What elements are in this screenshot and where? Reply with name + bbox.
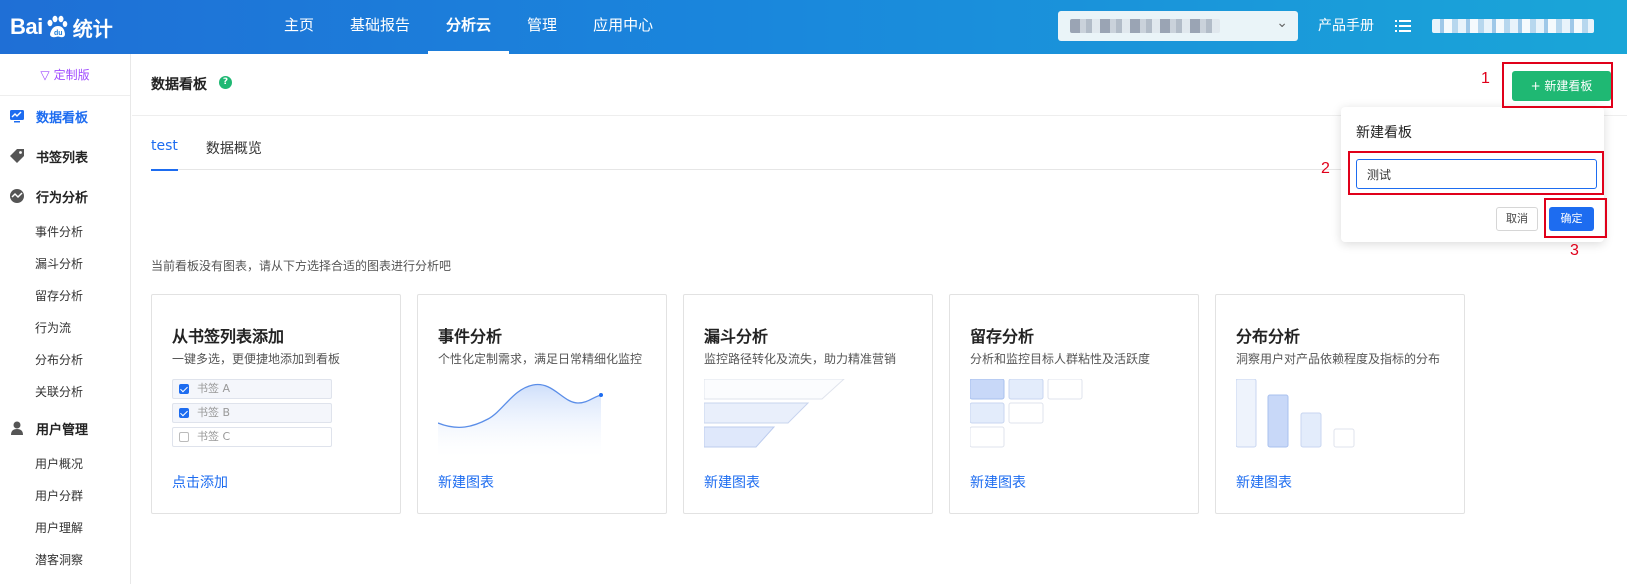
checkbox-unchecked-icon bbox=[179, 432, 189, 442]
user-account-redacted[interactable] bbox=[1432, 19, 1594, 33]
line-chart-illustration bbox=[437, 379, 653, 457]
sidebar-item-label: 用户管理 bbox=[36, 422, 89, 438]
funnel-illustration bbox=[703, 378, 919, 457]
chevron-down-icon: ⌄ bbox=[1276, 15, 1288, 31]
sidebar-item-user-management[interactable]: 用户管理 bbox=[0, 408, 130, 448]
nav-app-center[interactable]: 应用中心 bbox=[575, 0, 671, 54]
card-title: 漏斗分析 bbox=[704, 327, 769, 346]
sidebar-item-association-analysis[interactable]: 关联分析 bbox=[0, 376, 130, 408]
site-name-redacted bbox=[1070, 19, 1220, 33]
card-retention-analysis: 留存分析 分析和监控目标人群粘性及活跃度 新建图表 bbox=[949, 294, 1199, 514]
sidebar-item-behavior-flow[interactable]: 行为流 bbox=[0, 312, 130, 344]
sidebar-item-label: 书签列表 bbox=[36, 150, 89, 166]
card-add-from-bookmarks: 从书签列表添加 一键多选，更便捷地添加到看板 书签 A 书签 B 书签 C 点击… bbox=[151, 294, 401, 514]
sidebar-item-event-analysis[interactable]: 事件分析 bbox=[0, 216, 130, 248]
popover-title: 新建看板 bbox=[1356, 125, 1412, 141]
card-title: 事件分析 bbox=[438, 327, 503, 346]
new-chart-link[interactable]: 新建图表 bbox=[970, 472, 1026, 492]
retention-illustration bbox=[969, 378, 1185, 457]
cancel-button[interactable]: 取消 bbox=[1496, 207, 1538, 231]
bookmark-option: 书签 C bbox=[172, 427, 332, 447]
card-desc: 监控路径转化及流失，助力精准营销 bbox=[704, 352, 897, 366]
dashboard-icon bbox=[8, 107, 26, 125]
main-nav: 主页 基础报告 分析云 管理 应用中心 bbox=[266, 0, 671, 54]
site-select-dropdown[interactable]: ⌄ bbox=[1058, 11, 1298, 41]
card-title: 从书签列表添加 bbox=[172, 327, 285, 346]
card-desc: 个性化定制需求，满足日常精细化监控 bbox=[438, 352, 643, 366]
bookmark-option: 书签 A bbox=[172, 379, 332, 399]
click-to-add-link[interactable]: 点击添加 bbox=[172, 472, 228, 492]
new-chart-link[interactable]: 新建图表 bbox=[438, 472, 494, 492]
annotation-box-2 bbox=[1348, 151, 1604, 195]
distribution-illustration bbox=[1235, 378, 1451, 457]
annotation-number-3: 3 bbox=[1570, 242, 1579, 259]
empty-dashboard-hint: 当前看板没有图表，请从下方选择合适的图表进行分析吧 bbox=[151, 259, 452, 273]
card-funnel-analysis: 漏斗分析 监控路径转化及流失，助力精准营销 新建图表 bbox=[683, 294, 933, 514]
checkbox-checked-icon bbox=[179, 408, 189, 418]
bookmark-illustration: 书签 A 书签 B 书签 C bbox=[172, 379, 387, 457]
card-desc: 分析和监控目标人群粘性及活跃度 bbox=[970, 352, 1151, 366]
sidebar-item-behavior-analysis[interactable]: 行为分析 bbox=[0, 176, 130, 216]
card-event-analysis: 事件分析 个性化定制需求，满足日常精细化监控 新建图表 bbox=[417, 294, 667, 514]
checkbox-checked-icon bbox=[179, 384, 189, 394]
edition-badge: ▽ 定制版 bbox=[0, 54, 130, 96]
paw-icon: du bbox=[44, 14, 70, 40]
card-title: 留存分析 bbox=[970, 327, 1035, 346]
tab-test[interactable]: test bbox=[151, 132, 178, 171]
card-desc: 一键多选，更便捷地添加到看板 bbox=[172, 352, 341, 366]
help-icon[interactable]: ? bbox=[219, 76, 232, 89]
card-title: 分布分析 bbox=[1236, 327, 1301, 346]
logo-text: Bai bbox=[10, 14, 43, 39]
sidebar-item-user-understanding[interactable]: 用户理解 bbox=[0, 512, 130, 544]
sidebar-item-user-segments[interactable]: 用户分群 bbox=[0, 480, 130, 512]
annotation-number-1: 1 bbox=[1481, 70, 1490, 87]
edition-label: 定制版 bbox=[53, 68, 90, 82]
card-desc: 洞察用户对产品依赖程度及指标的分布 bbox=[1236, 352, 1441, 366]
product-manual-link[interactable]: 产品手册 bbox=[1318, 0, 1374, 54]
logo-text-cn: 统计 bbox=[72, 16, 113, 41]
behavior-icon bbox=[8, 187, 26, 205]
sidebar-item-retention-analysis[interactable]: 留存分析 bbox=[0, 280, 130, 312]
sidebar: ▽ 定制版 数据看板 书签列表 行为分析 事件分析 漏斗分析 留存分析 行为流 分… bbox=[0, 54, 131, 584]
sidebar-item-user-overview[interactable]: 用户概况 bbox=[0, 448, 130, 480]
sidebar-item-bookmarks[interactable]: 书签列表 bbox=[0, 136, 130, 176]
page-title: 数据看板 bbox=[151, 77, 207, 93]
sidebar-item-dashboard[interactable]: 数据看板 bbox=[0, 96, 130, 136]
annotation-number-2: 2 bbox=[1321, 160, 1330, 177]
tab-data-overview[interactable]: 数据概览 bbox=[206, 132, 262, 170]
top-navbar: Bai du 统计 主页 基础报告 分析云 管理 应用中心 ⌄ 产品手册 bbox=[0, 0, 1627, 54]
diamond-icon: ▽ bbox=[40, 68, 50, 82]
nav-analysis-cloud[interactable]: 分析云 bbox=[428, 0, 510, 54]
baidu-tongji-logo[interactable]: Bai du 统计 bbox=[10, 10, 113, 44]
sidebar-item-distribution-analysis[interactable]: 分布分析 bbox=[0, 344, 130, 376]
sidebar-item-label: 行为分析 bbox=[36, 190, 89, 206]
annotation-box-1 bbox=[1502, 62, 1613, 108]
nav-home[interactable]: 主页 bbox=[266, 0, 332, 54]
new-chart-link[interactable]: 新建图表 bbox=[1236, 472, 1292, 492]
tag-icon bbox=[8, 147, 26, 165]
card-distribution-analysis: 分布分析 洞察用户对产品依赖程度及指标的分布 新建图表 bbox=[1215, 294, 1465, 514]
sidebar-item-funnel-analysis[interactable]: 漏斗分析 bbox=[0, 248, 130, 280]
chart-type-cards: 从书签列表添加 一键多选，更便捷地添加到看板 书签 A 书签 B 书签 C 点击… bbox=[151, 294, 1465, 514]
sidebar-item-prospect-insight[interactable]: 潜客洞察 bbox=[0, 544, 130, 576]
bookmark-option: 书签 B bbox=[172, 403, 332, 423]
user-icon bbox=[8, 419, 26, 437]
sidebar-item-label: 数据看板 bbox=[36, 110, 89, 126]
annotation-box-3 bbox=[1544, 198, 1607, 238]
nav-manage[interactable]: 管理 bbox=[509, 0, 575, 54]
new-chart-link[interactable]: 新建图表 bbox=[704, 472, 760, 492]
nav-basic-report[interactable]: 基础报告 bbox=[332, 0, 428, 54]
list-menu-icon[interactable] bbox=[1395, 18, 1411, 34]
svg-text:du: du bbox=[54, 30, 63, 37]
